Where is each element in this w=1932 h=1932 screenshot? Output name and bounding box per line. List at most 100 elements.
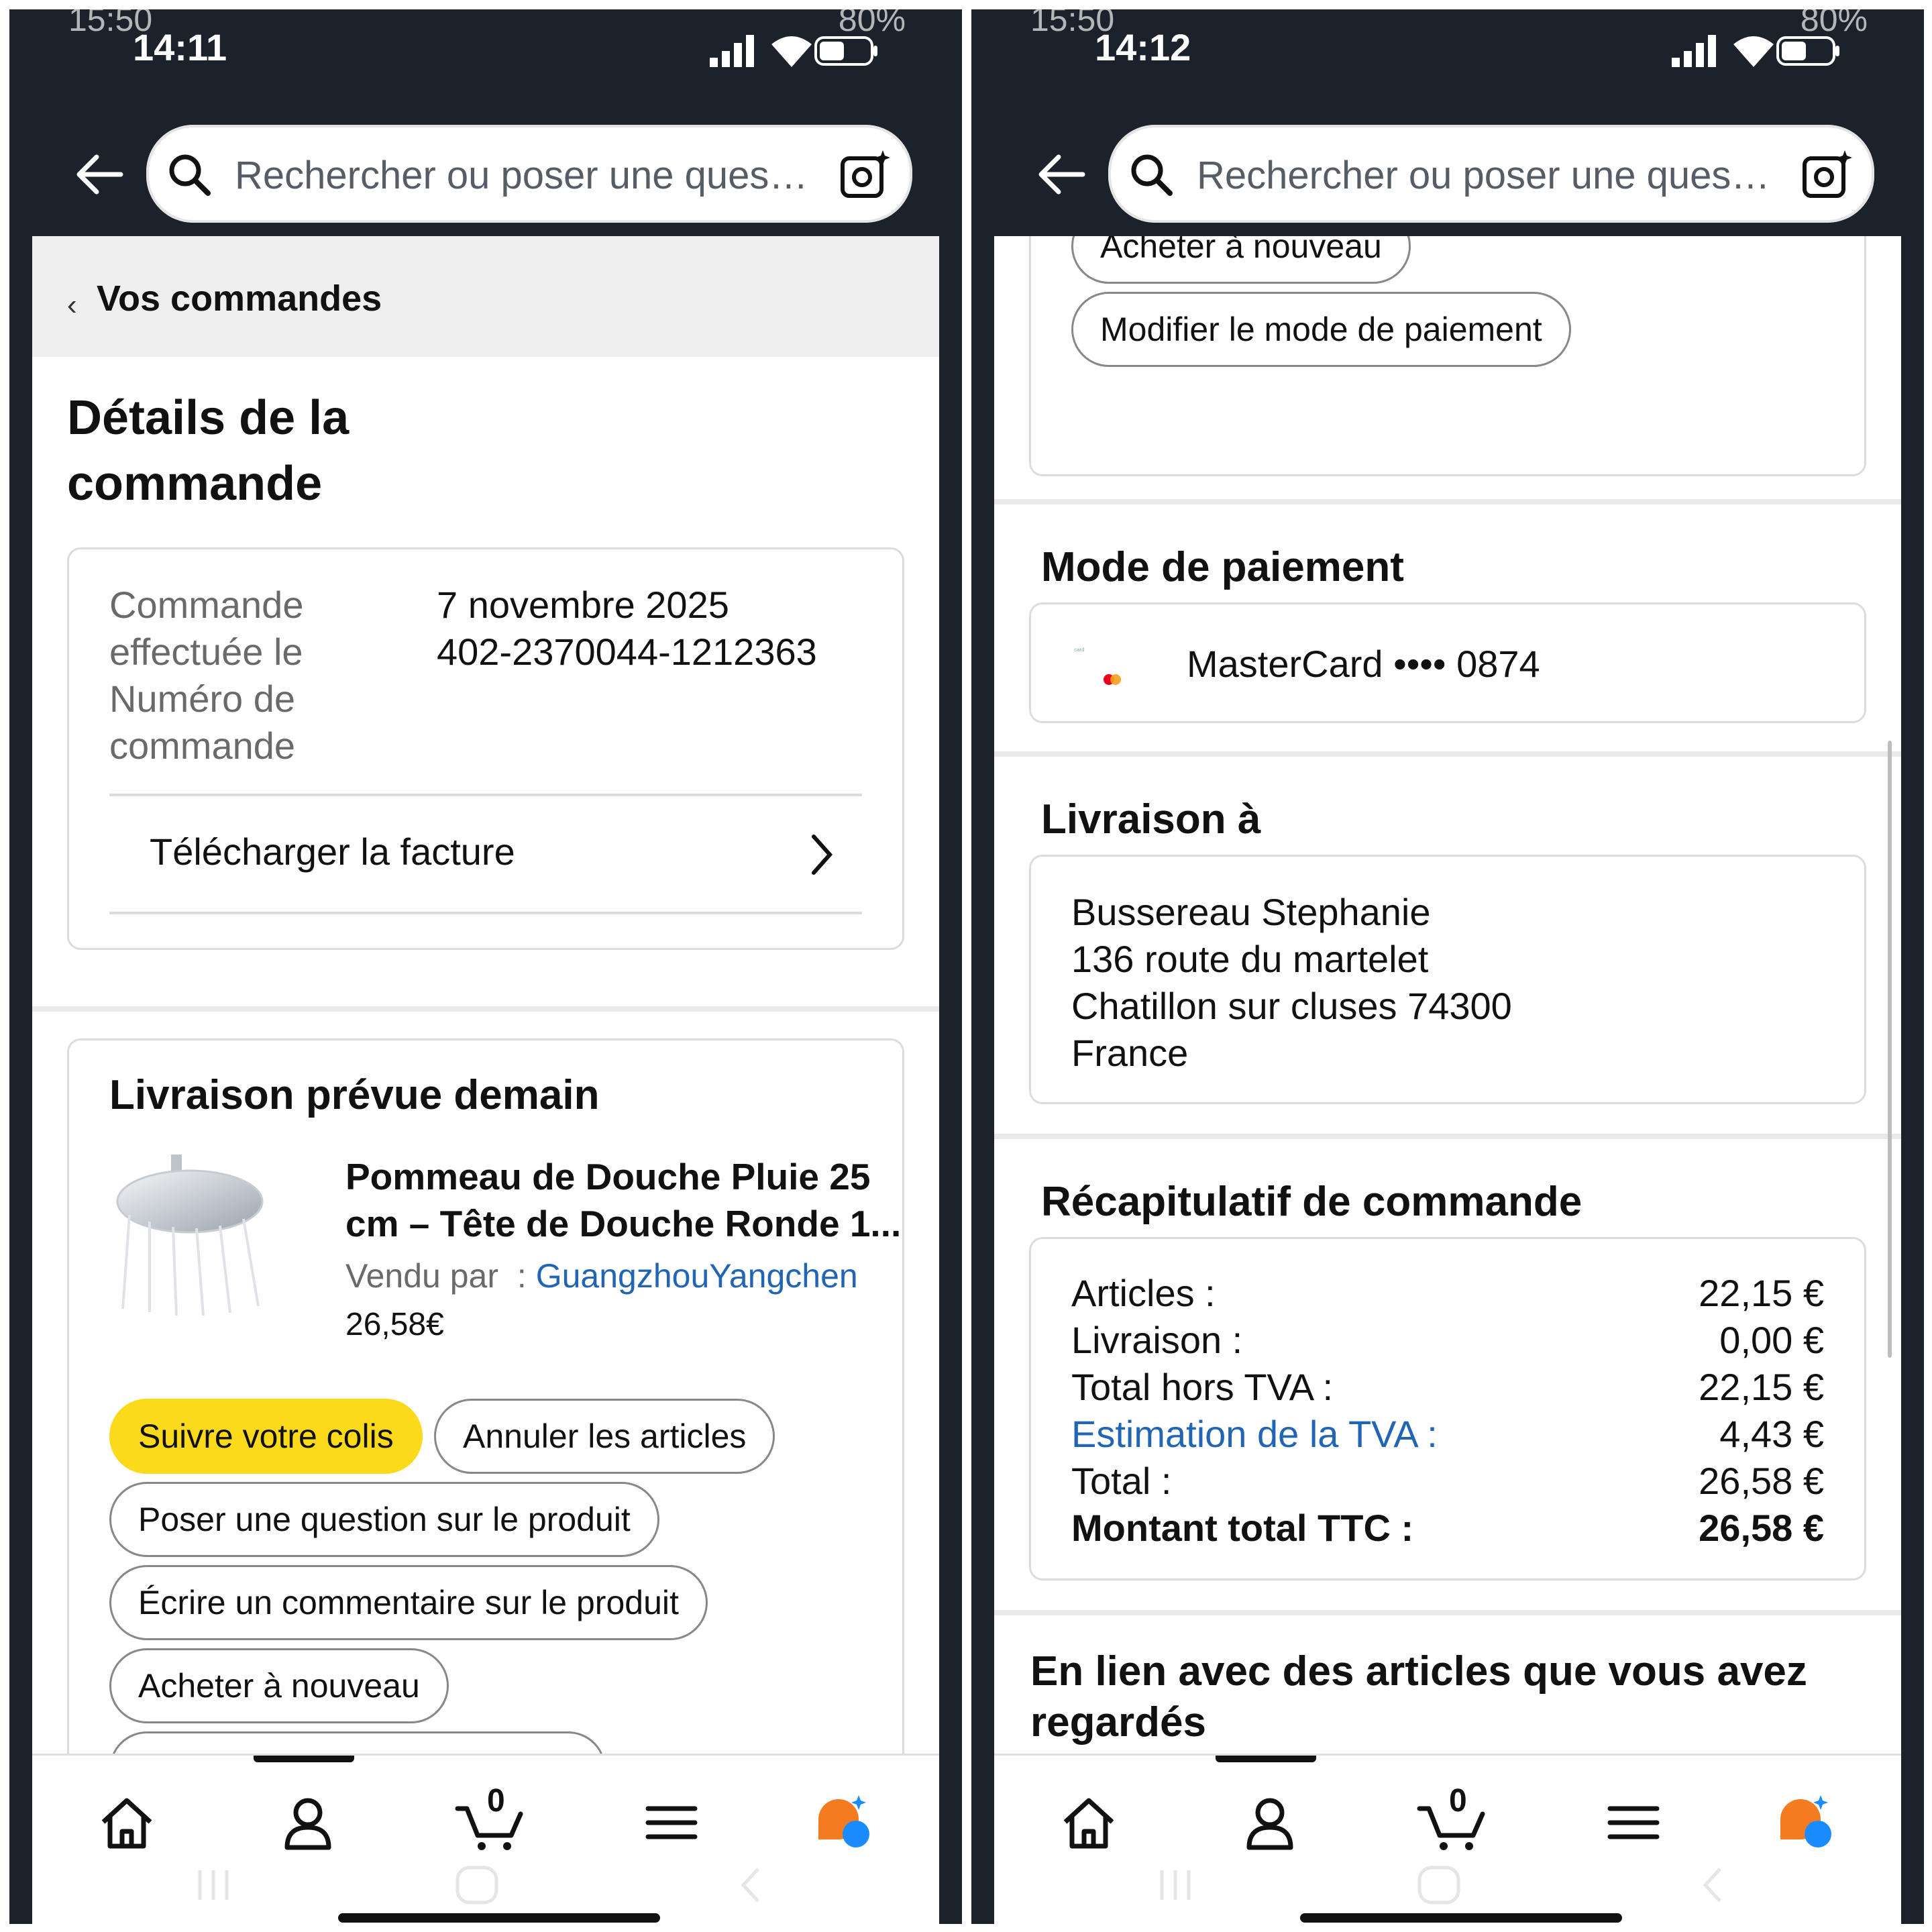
product-price: 26,58€ [345,1307,444,1342]
phone-left: 15:50 80% 14:11 Rechercher ou poser une … [9,9,962,1924]
product-image[interactable] [109,1155,270,1316]
gesture-bar [1300,1913,1622,1923]
summary-label: Livraison : [1071,1319,1243,1361]
nav-handle [1216,1756,1316,1762]
mastercard-icon: card [1071,641,1125,685]
assistant-icon[interactable] [814,1792,875,1853]
search-bar[interactable]: Rechercher ou poser une ques… [146,125,912,223]
summary-label: Total : [1071,1460,1172,1502]
section-separator [32,1006,939,1012]
chevron-right-icon [812,835,833,875]
related-items-title: En lien avec des articles que vous avez … [1030,1648,1807,1746]
divider [109,794,862,796]
summary-row-total: Total : 26,58 € [1071,1459,1824,1506]
order-number-label: Numéro de commande [109,678,296,767]
screen-left: 15:50 80% 14:11 Rechercher ou poser une … [32,9,939,1924]
home-button-icon[interactable] [453,1865,500,1905]
camera-search-icon[interactable] [1801,148,1854,201]
home-icon[interactable] [1059,1792,1119,1853]
search-placeholder: Rechercher ou poser une ques… [1197,154,1770,197]
summary-label: Montant total TTC : [1071,1507,1414,1549]
payment-card[interactable]: card MasterCard •••• 0874 [1029,602,1866,723]
search-icon [169,154,211,196]
menu-icon[interactable] [1603,1792,1664,1853]
summary-label: Articles : [1071,1272,1216,1314]
address-city: Chatillon sur cluses 74300 [1071,985,1512,1027]
frame-edge [971,9,994,1924]
status-time: 14:11 [133,26,227,68]
account-icon[interactable] [1240,1792,1300,1853]
status-time: 14:12 [1095,26,1191,68]
recent-apps-icon[interactable] [1155,1865,1195,1905]
address-name: Bussereau Stephanie [1071,891,1431,933]
back-button-icon[interactable] [737,1865,763,1905]
summary-value: 26,58 € [1699,1507,1824,1549]
product-title-line1[interactable]: Pommeau de Douche Pluie 25 [345,1153,909,1200]
order-number-value: 402-2370044-1212363 [437,631,817,673]
battery-icon [814,36,877,66]
cart-count: 0 [487,1783,505,1819]
breadcrumb-orders[interactable]: Vos commandes [97,278,382,319]
order-date-value: 7 novembre 2025 [437,584,729,626]
back-arrow-icon[interactable] [1034,148,1088,201]
summary-value: 22,15 € [1699,1366,1824,1408]
chevron-left-icon: ‹ [67,288,77,321]
back-arrow-icon[interactable] [72,148,126,201]
frame-edge [1901,9,1924,1924]
change-payment-button[interactable]: Modifier le mode de paiement [1071,292,1571,367]
summary-row-items: Articles : 22,15 € [1071,1271,1824,1318]
track-package-button[interactable]: Suivre votre colis [109,1399,423,1474]
ask-question-button[interactable]: Poser une question sur le produit [109,1482,659,1557]
screenshot-collage: 15:50 80% 14:11 Rechercher ou poser une … [0,0,1932,1932]
order-info-card: Commande effectuée le Numéro de commande… [67,547,904,950]
back-button-icon[interactable] [1699,1865,1725,1905]
page-title: Détails de la commande [67,391,350,511]
buy-again-button[interactable]: Acheter à nouveau [109,1648,449,1723]
signal-icon [710,35,754,67]
summary-label: Total hors TVA : [1071,1366,1334,1408]
recent-apps-icon[interactable] [193,1865,233,1905]
system-navigation [994,1865,1901,1905]
bottom-navigation: 0 [994,1754,1901,1924]
section-separator [994,1610,1901,1615]
battery-icon [1776,36,1839,66]
address-street: 136 route du martelet [1071,938,1429,980]
camera-search-icon[interactable] [839,148,892,201]
download-invoice-link[interactable]: Télécharger la facture [150,830,515,873]
nav-handle [254,1756,354,1762]
home-icon[interactable] [97,1792,157,1853]
sold-by-label: Vendu par [345,1257,498,1295]
order-date-label: Commande effectuée le [109,584,304,673]
scrollbar[interactable] [1888,741,1892,1358]
payment-card-text: MasterCard •••• 0874 [1187,643,1540,685]
product-title-line2[interactable]: cm – Tête de Douche Ronde 1... [345,1200,909,1247]
breadcrumb[interactable]: ‹ Vos commandes [32,236,939,357]
order-summary-card: Articles : 22,15 € Livraison : 0,00 € To… [1029,1237,1866,1580]
status-ghost-battery: 80% [1800,9,1868,38]
section-separator [994,751,1901,757]
payment-title: Mode de paiement [1041,544,1404,590]
summary-row-subtotal: Total hors TVA : 22,15 € [1071,1365,1824,1412]
frame-edge [9,9,32,1924]
assistant-icon[interactable] [1776,1792,1837,1853]
write-review-button[interactable]: Écrire un commentaire sur le produit [109,1565,708,1640]
summary-value: 0,00 € [1719,1319,1824,1361]
section-separator [994,1134,1901,1139]
delivery-title: Livraison prévue demain [109,1072,600,1118]
vat-estimate-link[interactable]: Estimation de la TVA : [1071,1412,1438,1456]
summary-title: Récapitulatif de commande [1041,1179,1582,1225]
screen-right: Acheter à nouveau Modifier le mode de pa… [994,9,1901,1924]
summary-row-vat: Estimation de la TVA : 4,43 € [1071,1412,1824,1459]
search-placeholder: Rechercher ou poser une ques… [235,154,808,197]
search-bar[interactable]: Rechercher ou poser une ques… [1108,125,1874,223]
shipping-address-card: Bussereau Stephanie 136 route du martele… [1029,855,1866,1104]
gesture-bar [338,1913,660,1923]
wifi-icon [1733,36,1774,67]
account-icon[interactable] [278,1792,338,1853]
svg-text:card: card [1074,647,1085,653]
section-separator [994,499,1901,504]
seller-link[interactable]: GuangzhouYangchen [536,1257,858,1295]
menu-icon[interactable] [641,1792,702,1853]
cancel-items-button[interactable]: Annuler les articles [434,1399,775,1474]
home-button-icon[interactable] [1415,1865,1462,1905]
